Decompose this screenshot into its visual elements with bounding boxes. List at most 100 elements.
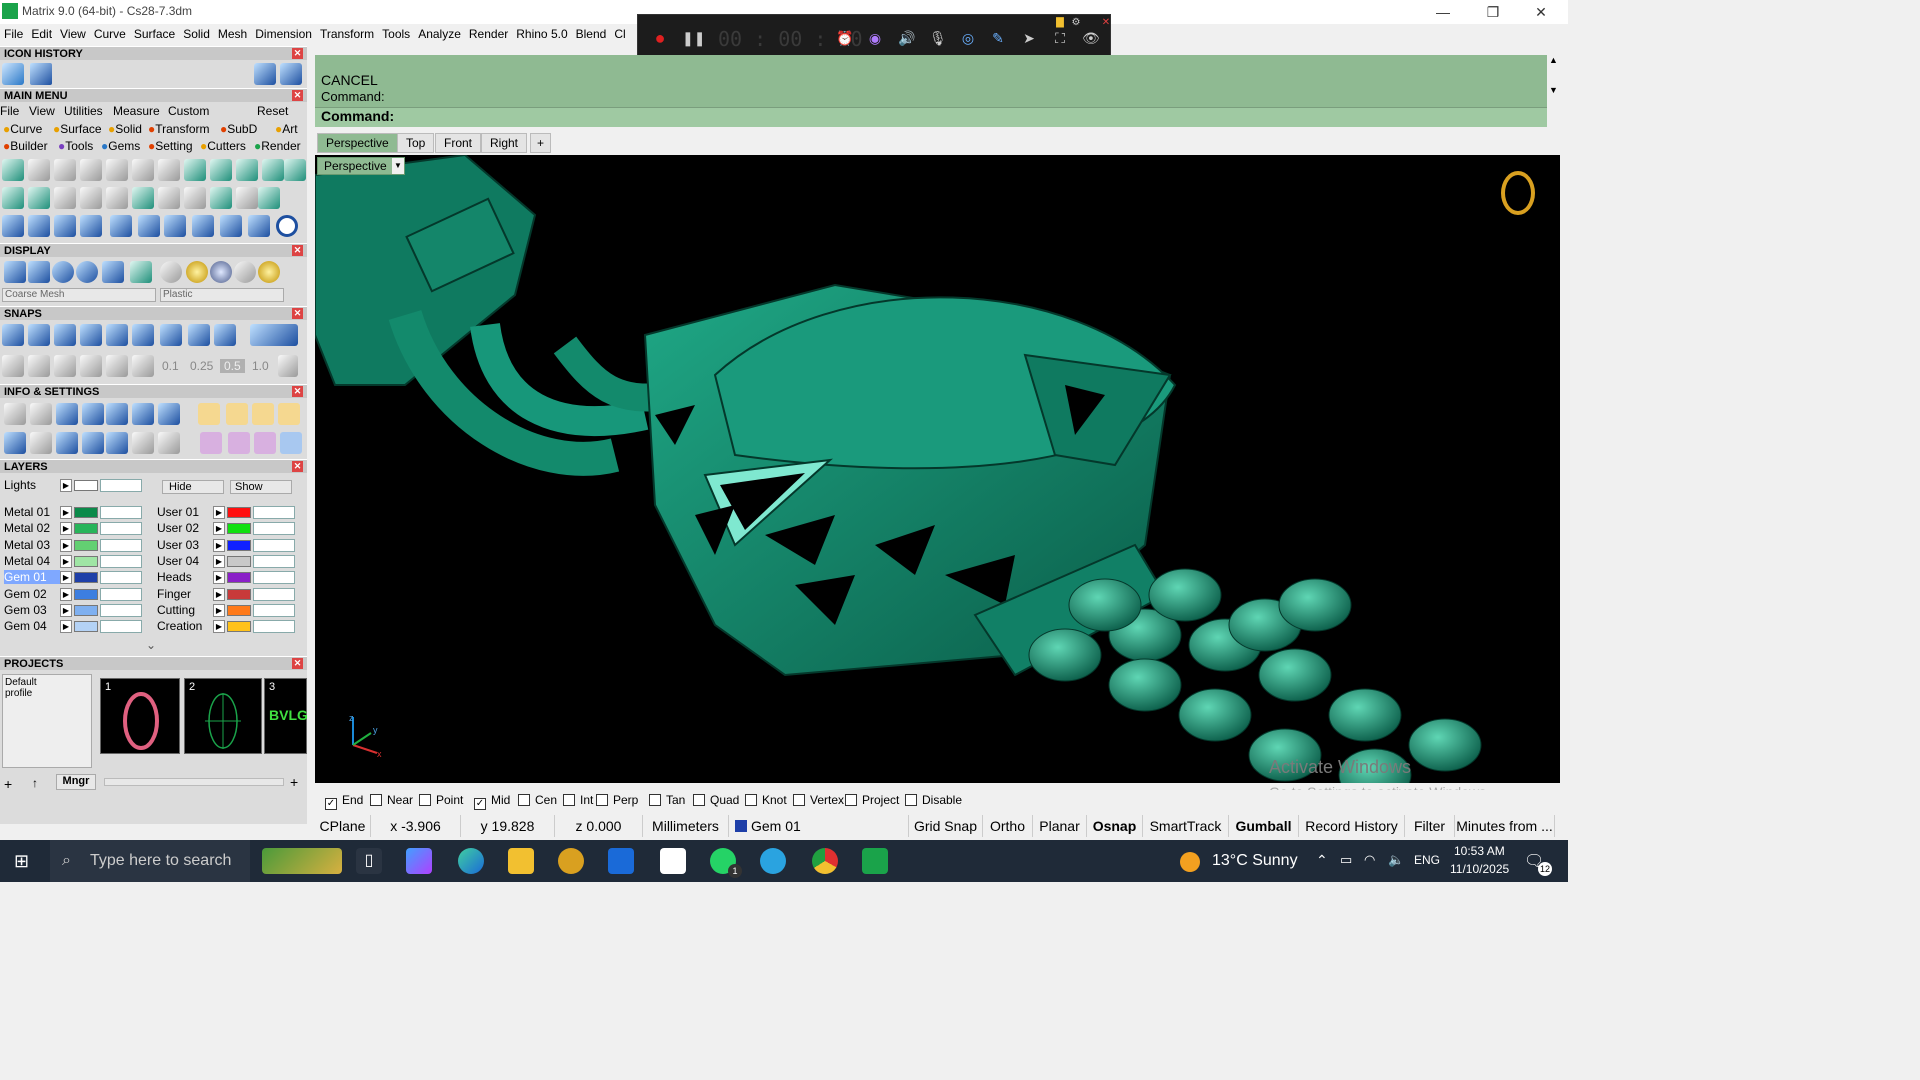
tool-icon[interactable]	[262, 159, 284, 181]
icon-history-close-icon[interactable]: ✕	[292, 48, 303, 59]
osnap-disable-checkbox[interactable]: Disable	[905, 793, 962, 807]
checkbox-icon[interactable]	[649, 794, 661, 806]
microphone-icon[interactable]: 🎙	[929, 30, 947, 46]
main-menu-close-icon[interactable]: ✕	[292, 90, 303, 101]
tool-icon[interactable]	[28, 159, 50, 181]
layer-toggles[interactable]	[253, 506, 295, 519]
project-profile-list[interactable]: Default profile	[2, 674, 92, 768]
layer-row[interactable]: Heads ▶	[157, 570, 307, 585]
info-icon[interactable]	[200, 432, 222, 454]
snap-icon[interactable]	[28, 324, 50, 346]
osnap-near-checkbox[interactable]: Near	[370, 793, 413, 807]
material-sphere-icon[interactable]	[234, 261, 256, 283]
tool-icon[interactable]	[164, 215, 186, 237]
windows-start-icon[interactable]: ⊞	[14, 851, 29, 872]
filter-icon[interactable]	[106, 432, 128, 454]
layers-collapse-icon[interactable]: ⌄	[146, 638, 156, 652]
layer-row[interactable]: Metal 04 ▶	[4, 554, 154, 569]
command-scrollbar[interactable]: ▲ ▼	[1547, 55, 1560, 127]
layer-row[interactable]: Gem 01 ▶	[4, 570, 154, 585]
layer-expand-icon[interactable]: ▶	[213, 620, 225, 634]
layer-expand-icon[interactable]: ▶	[60, 587, 72, 601]
gold-sphere-icon[interactable]	[258, 261, 280, 283]
info-icon[interactable]	[254, 432, 276, 454]
display-mode-icon[interactable]	[130, 261, 152, 283]
snap-icon[interactable]	[106, 324, 128, 346]
osnap-end-checkbox[interactable]: ✓ End	[325, 793, 363, 810]
layer-row[interactable]: Metal 02 ▶	[4, 521, 154, 536]
battery-icon[interactable]: ▭	[1340, 852, 1352, 868]
up-icon[interactable]: ↑	[32, 776, 38, 790]
snap-icon[interactable]	[250, 324, 298, 346]
tool-icon[interactable]	[210, 159, 232, 181]
move-icon[interactable]	[110, 215, 132, 237]
layer-toggles[interactable]	[253, 522, 295, 536]
menu-dimension[interactable]: Dimension	[251, 24, 316, 44]
filter-toggle[interactable]: Filter	[1405, 815, 1455, 837]
info-close-icon[interactable]: ✕	[292, 386, 303, 397]
layer-color-swatch[interactable]	[227, 539, 251, 551]
tab-perspective[interactable]: Perspective	[317, 133, 398, 153]
layer-expand-icon[interactable]: ▶	[60, 554, 72, 568]
viewport-dropdown-icon[interactable]: ▼	[392, 158, 404, 174]
ortho-toggle[interactable]: Ortho	[983, 815, 1033, 837]
layer-row[interactable]: User 02 ▶	[157, 521, 307, 536]
layer-row[interactable]: Creation ▶	[157, 619, 307, 634]
webcam-icon[interactable]: ◎	[960, 30, 976, 46]
tool-icon[interactable]	[80, 187, 102, 209]
layer-expand-icon[interactable]: ▶	[60, 620, 72, 634]
checkbox-icon[interactable]: ✓	[325, 798, 337, 810]
layer-color-swatch[interactable]	[227, 604, 251, 616]
layer-expand-icon[interactable]: ▶	[213, 538, 225, 552]
mm-file[interactable]: File	[0, 104, 19, 118]
layer-color-swatch[interactable]	[74, 572, 98, 584]
cursor-icon[interactable]: ➤	[1021, 30, 1037, 46]
layer-color-swatch[interactable]	[227, 572, 251, 584]
file-explorer-icon[interactable]	[508, 848, 534, 874]
layer-expand-icon[interactable]: ▶	[60, 506, 72, 519]
snap-icon[interactable]	[80, 324, 102, 346]
mm-art[interactable]: ●Art	[275, 122, 298, 136]
clock-time[interactable]: 10:53 AM	[1454, 844, 1505, 858]
pen-icon[interactable]: ✎	[990, 30, 1006, 46]
menu-mesh[interactable]: Mesh	[214, 24, 251, 44]
osnap-quad-checkbox[interactable]: Quad	[693, 793, 739, 807]
current-layer[interactable]: Gem 01	[729, 815, 909, 837]
layer-expand-icon[interactable]: ▶	[60, 538, 72, 552]
tool-icon[interactable]	[28, 215, 50, 237]
snap-value-1.0[interactable]: 1.0	[252, 359, 269, 373]
info-icon[interactable]	[280, 432, 302, 454]
osnap-knot-checkbox[interactable]: Knot	[745, 793, 787, 807]
tool-icon[interactable]	[184, 159, 206, 181]
folder-icon[interactable]: ▇	[1052, 15, 1068, 31]
open-folder-icon[interactable]	[30, 63, 52, 85]
tool-icon[interactable]	[2, 215, 24, 237]
zoom-icon[interactable]	[30, 403, 52, 425]
tool-icon[interactable]	[192, 215, 214, 237]
layer-row[interactable]: Finger ▶	[157, 587, 307, 602]
record-history-toggle[interactable]: Record History	[1299, 815, 1405, 837]
menu-tools[interactable]: Tools	[378, 24, 414, 44]
info-icon[interactable]	[198, 403, 220, 425]
snap-icon[interactable]	[214, 324, 236, 346]
osnap-tan-checkbox[interactable]: Tan	[649, 793, 685, 807]
info-icon[interactable]	[106, 403, 128, 425]
layer-row[interactable]: Gem 03 ▶	[4, 603, 154, 618]
material-sphere-icon[interactable]	[160, 261, 182, 283]
layer-color-swatch[interactable]	[74, 621, 98, 633]
snap-value-0.25[interactable]: 0.25	[190, 359, 213, 373]
snap-icon[interactable]	[160, 324, 182, 346]
tab-right[interactable]: Right	[481, 133, 528, 153]
layer-toggles[interactable]	[100, 587, 142, 601]
gumball-toggle[interactable]: Gumball	[1229, 815, 1299, 837]
layer-row[interactable]: User 04 ▶	[157, 554, 307, 569]
osnap-cen-checkbox[interactable]: Cen	[518, 793, 557, 807]
material-select[interactable]: Plastic	[160, 288, 284, 302]
display-mode-icon[interactable]	[102, 261, 124, 283]
circle-icon[interactable]	[276, 215, 298, 237]
info-icon[interactable]	[132, 403, 154, 425]
units-label[interactable]: Millimeters	[643, 815, 729, 837]
mm-solid[interactable]: ●Solid	[108, 122, 142, 136]
menu-transform[interactable]: Transform	[316, 24, 378, 44]
mm-curve[interactable]: ●Curve	[3, 122, 42, 136]
